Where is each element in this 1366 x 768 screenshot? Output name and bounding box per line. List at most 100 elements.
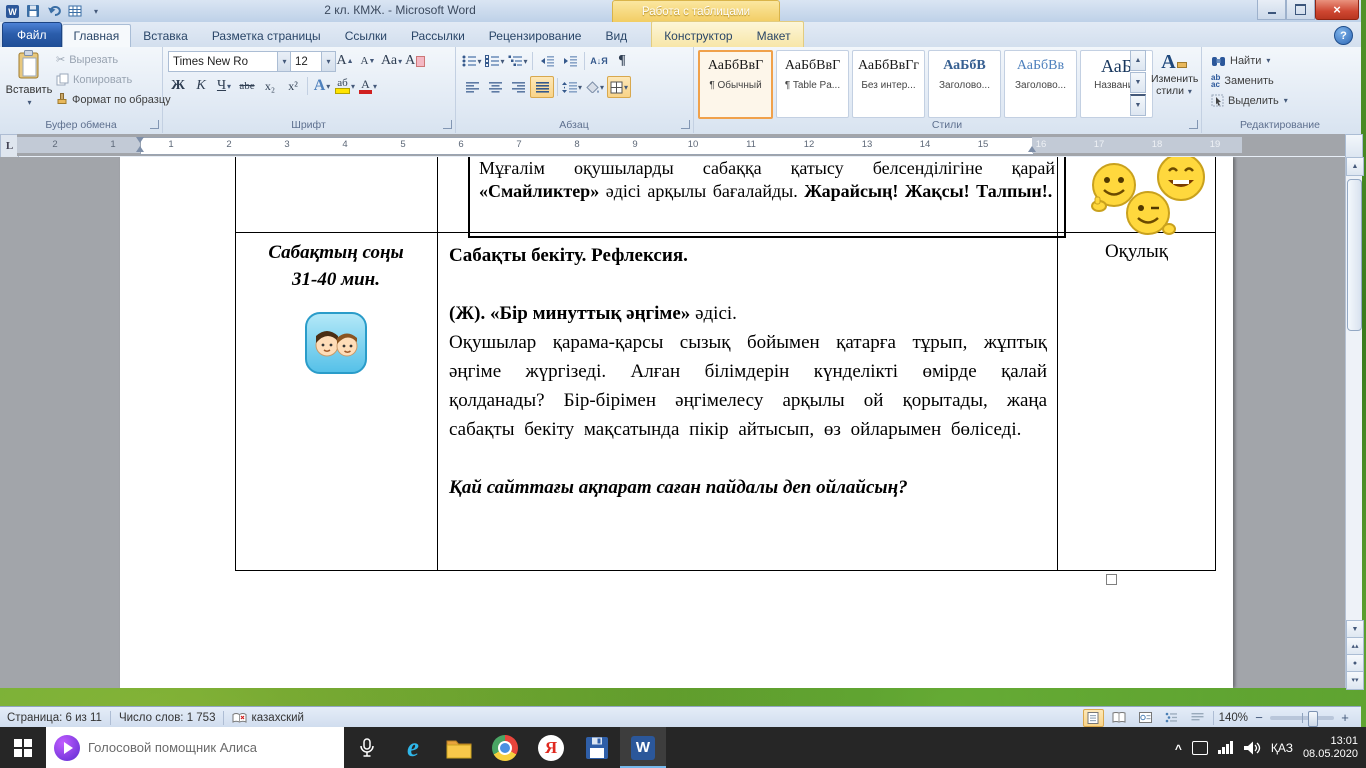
clock[interactable]: 13:01 08.05.2020	[1303, 735, 1358, 761]
shrink-font-button[interactable]: А▼	[357, 51, 379, 71]
sort-button[interactable]: А↓Я	[588, 51, 610, 71]
text-effects-button[interactable]: А▾	[311, 76, 333, 96]
ruler-toggle-button[interactable]	[1345, 134, 1363, 158]
underline-button[interactable]: Ч▾	[213, 76, 235, 96]
shading-button[interactable]: ▾	[584, 77, 606, 97]
styles-dialog-launcher-icon[interactable]	[1189, 120, 1198, 129]
qat-customize-icon[interactable]: ▾	[87, 2, 105, 20]
change-case-button[interactable]: Аа▾	[380, 51, 403, 71]
bullets-button[interactable]: ▾	[461, 51, 483, 71]
save-icon[interactable]	[24, 2, 42, 20]
scrollbar-thumb[interactable]	[1347, 179, 1362, 331]
zoom-level[interactable]: 140%	[1219, 712, 1248, 724]
style-table-paragraph[interactable]: АаБбВвГ ¶ Table Pa...	[776, 50, 849, 118]
outline-view-button[interactable]	[1161, 709, 1182, 727]
italic-button[interactable]: К	[190, 76, 212, 96]
find-button[interactable]: Найти▾	[1211, 54, 1270, 67]
vertical-scrollbar[interactable]: ▲ ▼ ▴▴ ● ▾▾	[1345, 157, 1362, 688]
tab-file[interactable]: Файл	[2, 22, 62, 47]
first-line-indent-marker[interactable]	[136, 137, 144, 143]
smiley-images[interactable]	[1067, 157, 1217, 239]
word-count-status[interactable]: Число слов: 1 753	[119, 712, 216, 724]
resource-cell[interactable]: Оқулық	[1057, 241, 1216, 263]
internet-explorer-button[interactable]: e	[390, 727, 436, 768]
clear-formatting-button[interactable]: А	[404, 51, 426, 71]
font-size-combo[interactable]: 12▾	[290, 51, 336, 72]
fullscreen-reading-view-button[interactable]	[1109, 709, 1130, 727]
minimize-button[interactable]	[1257, 0, 1286, 20]
next-page-icon[interactable]: ▾▾	[1346, 671, 1364, 690]
align-left-button[interactable]	[461, 77, 483, 97]
change-styles-button[interactable]: А Изменить стили ▾	[1151, 51, 1197, 98]
close-button[interactable]: ×	[1315, 0, 1359, 20]
style-heading2[interactable]: АаБбВв Заголово...	[1004, 50, 1077, 118]
table-icon[interactable]	[66, 2, 84, 20]
font-name-caret-icon[interactable]: ▾	[277, 52, 291, 71]
word-taskbar-button[interactable]: W	[620, 727, 666, 768]
volume-icon[interactable]	[1243, 740, 1261, 756]
replace-button[interactable]: abac Заменить	[1211, 74, 1274, 88]
clipboard-dialog-launcher-icon[interactable]	[150, 120, 159, 129]
style-heading1[interactable]: АаБбВ Заголово...	[928, 50, 1001, 118]
document-page[interactable]: Мұғалім оқушыларды сабаққа қатысу белсен…	[120, 157, 1233, 688]
bold-button[interactable]: Ж	[167, 76, 189, 96]
tab-references[interactable]: Ссылки	[333, 24, 399, 47]
zoom-slider[interactable]	[1270, 716, 1334, 720]
justify-button[interactable]	[530, 76, 554, 98]
format-painter-button[interactable]: Формат по образцу	[56, 93, 171, 106]
tab-home[interactable]: Главная	[62, 24, 132, 47]
print-layout-view-button[interactable]	[1083, 709, 1104, 727]
draft-view-button[interactable]	[1187, 709, 1208, 727]
select-button[interactable]: Выделить▾	[1211, 94, 1288, 107]
language-status[interactable]: казахский	[232, 712, 303, 724]
page-status[interactable]: Страница: 6 из 11	[7, 712, 102, 724]
help-icon[interactable]: ?	[1334, 26, 1353, 45]
start-button[interactable]	[0, 727, 46, 768]
document-area[interactable]: Мұғалім оқушыларды сабаққа қатысу белсен…	[0, 157, 1345, 688]
file-explorer-button[interactable]	[436, 727, 482, 768]
subscript-button[interactable]: x₂	[259, 76, 281, 96]
zoom-slider-thumb[interactable]	[1308, 711, 1318, 727]
tab-insert[interactable]: Вставка	[131, 24, 200, 47]
align-right-button[interactable]	[507, 77, 529, 97]
web-layout-view-button[interactable]	[1135, 709, 1156, 727]
borders-button[interactable]: ▾	[607, 76, 631, 98]
highlight-button[interactable]: аб ▾	[334, 76, 356, 96]
style-normal[interactable]: АаБбВвГ ¶ Обычный	[698, 50, 773, 119]
right-indent-marker[interactable]	[1028, 146, 1036, 152]
network-icon[interactable]	[1218, 742, 1233, 754]
styles-scroll-down-icon[interactable]: ▼	[1130, 72, 1146, 93]
superscript-button[interactable]: x²	[282, 76, 304, 96]
font-color-button[interactable]: А ▾	[357, 76, 379, 96]
align-center-button[interactable]	[484, 77, 506, 97]
decrease-indent-button[interactable]	[536, 51, 558, 71]
undo-icon[interactable]	[45, 2, 63, 20]
tray-expand-icon[interactable]: ^	[1175, 742, 1182, 756]
maximize-button[interactable]	[1286, 0, 1315, 20]
language-indicator[interactable]: ҚАЗ	[1271, 741, 1293, 755]
tab-mailings[interactable]: Рассылки	[399, 24, 477, 47]
tab-table-layout[interactable]: Макет	[745, 24, 803, 47]
font-size-caret-icon[interactable]: ▾	[321, 52, 335, 71]
tab-table-design[interactable]: Конструктор	[652, 24, 744, 47]
styles-gallery-expand-icon[interactable]: ▼	[1130, 94, 1146, 116]
strikethrough-button[interactable]: abe	[236, 76, 258, 96]
scroll-up-icon[interactable]: ▲	[1346, 157, 1364, 176]
tab-view[interactable]: Вид	[593, 24, 639, 47]
floppy-app-button[interactable]	[574, 727, 620, 768]
tab-review[interactable]: Рецензирование	[477, 24, 594, 47]
increase-indent-button[interactable]	[559, 51, 581, 71]
hanging-indent-marker[interactable]	[136, 146, 144, 152]
tab-page-layout[interactable]: Разметка страницы	[200, 24, 333, 47]
font-name-combo[interactable]: Times New Ro▾	[168, 51, 292, 72]
cut-button[interactable]: ✂Вырезать	[56, 53, 118, 66]
assessment-text-frame[interactable]: Мұғалім оқушыларды сабаққа қатысу белсен…	[468, 157, 1066, 238]
lesson-cell[interactable]: Сабақты бекіту. Рефлексия. (Ж). «Бір мин…	[449, 241, 1047, 502]
table-resize-handle[interactable]	[1106, 574, 1117, 585]
styles-scroll-up-icon[interactable]: ▲	[1130, 50, 1146, 71]
copy-button[interactable]: Копировать	[56, 73, 132, 86]
stage-cell[interactable]: Сабақтың соңы 31-40 мин.	[235, 239, 437, 293]
alice-search-box[interactable]: Голосовой помощник Алиса	[46, 727, 344, 768]
microphone-button[interactable]	[344, 727, 390, 768]
word-app-icon[interactable]: W	[3, 2, 21, 20]
